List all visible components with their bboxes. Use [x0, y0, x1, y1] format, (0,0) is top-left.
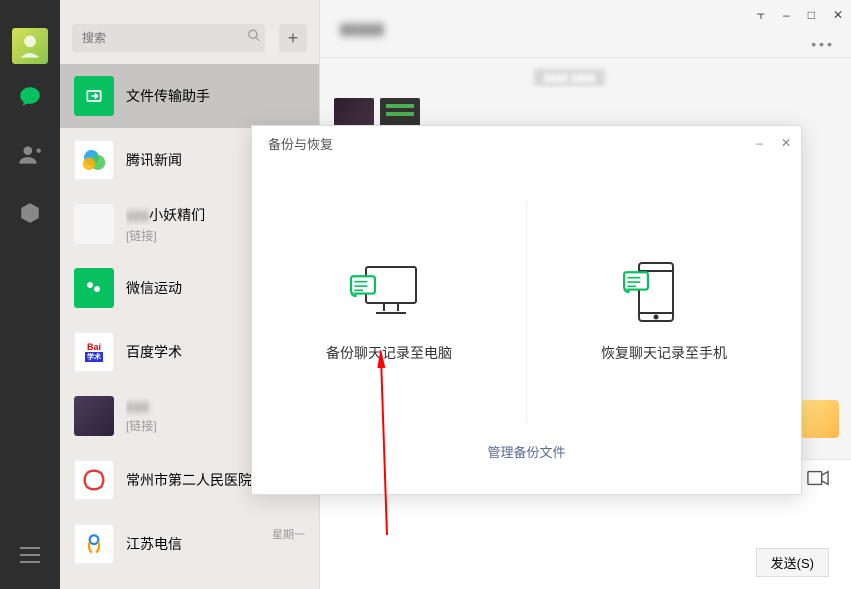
restore-label: 恢复聊天记录至手机: [601, 343, 727, 363]
modal-title: 备份与恢复: [252, 126, 801, 162]
window-controls: ⫟ – □ ✕: [757, 6, 843, 23]
contacts-tab-icon[interactable]: [0, 130, 60, 180]
send-button[interactable]: 发送(S): [756, 548, 829, 577]
monitor-icon: [354, 261, 424, 321]
emoji-message[interactable]: [801, 400, 839, 438]
more-icon[interactable]: •••: [811, 36, 835, 52]
list-item[interactable]: 文件传输助手: [60, 64, 319, 128]
chat-name: ▮▮▮▮▮: [340, 19, 384, 39]
conv-time: 星期一: [272, 526, 305, 542]
chat-tab-icon[interactable]: [0, 72, 60, 122]
backup-to-pc-option[interactable]: 备份聊天记录至电脑: [252, 202, 527, 422]
sidebar: [0, 0, 60, 589]
close-icon[interactable]: ✕: [833, 8, 843, 22]
backup-restore-modal: 备份与恢复 – ✕ 备份聊天记录至电脑: [251, 125, 802, 495]
user-avatar[interactable]: [12, 28, 48, 64]
favorites-tab-icon[interactable]: [0, 188, 60, 238]
manage-backup-link[interactable]: 管理备份文件: [252, 442, 801, 461]
video-call-icon[interactable]: [807, 470, 829, 491]
modal-minimize-icon[interactable]: –: [756, 136, 763, 150]
conv-title: 江苏电信: [126, 534, 272, 554]
phone-icon: [629, 261, 699, 321]
maximize-icon[interactable]: □: [808, 8, 815, 22]
backup-label: 备份聊天记录至电脑: [326, 343, 452, 363]
restore-to-phone-option[interactable]: 恢复聊天记录至手机: [527, 202, 801, 422]
menu-icon[interactable]: [0, 537, 60, 573]
date-pill: ▮▮▮▮ ▮▮▮▮: [534, 69, 605, 86]
list-item[interactable]: 江苏电信 星期一: [60, 512, 319, 576]
pin-icon[interactable]: ⫟: [757, 6, 765, 23]
minimize-icon[interactable]: –: [783, 8, 790, 22]
add-button[interactable]: +: [279, 24, 307, 52]
search-row: +: [60, 0, 319, 64]
modal-close-icon[interactable]: ✕: [781, 136, 791, 150]
conv-title: 文件传输助手: [126, 86, 305, 106]
search-input[interactable]: [72, 24, 265, 52]
chat-header: ▮▮▮▮▮ ⫟ – □ ✕ •••: [320, 0, 851, 58]
